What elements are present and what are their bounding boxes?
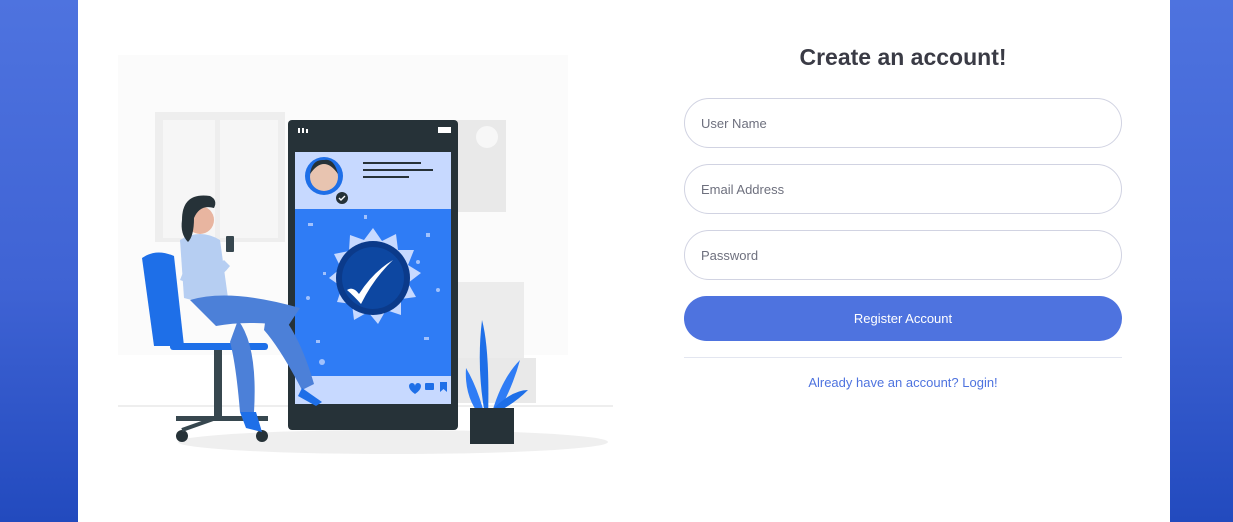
comment-icon <box>425 383 434 390</box>
register-button[interactable]: Register Account <box>684 296 1122 341</box>
divider <box>684 357 1122 358</box>
password-input[interactable] <box>684 230 1122 280</box>
login-link[interactable]: Already have an account? Login! <box>684 375 1122 390</box>
page-title: Create an account! <box>799 44 1007 70</box>
username-input[interactable] <box>684 98 1122 148</box>
register-card: Create an account! Register Account Alre… <box>78 0 1170 522</box>
email-input[interactable] <box>684 164 1122 214</box>
verification-illustration <box>118 55 613 454</box>
